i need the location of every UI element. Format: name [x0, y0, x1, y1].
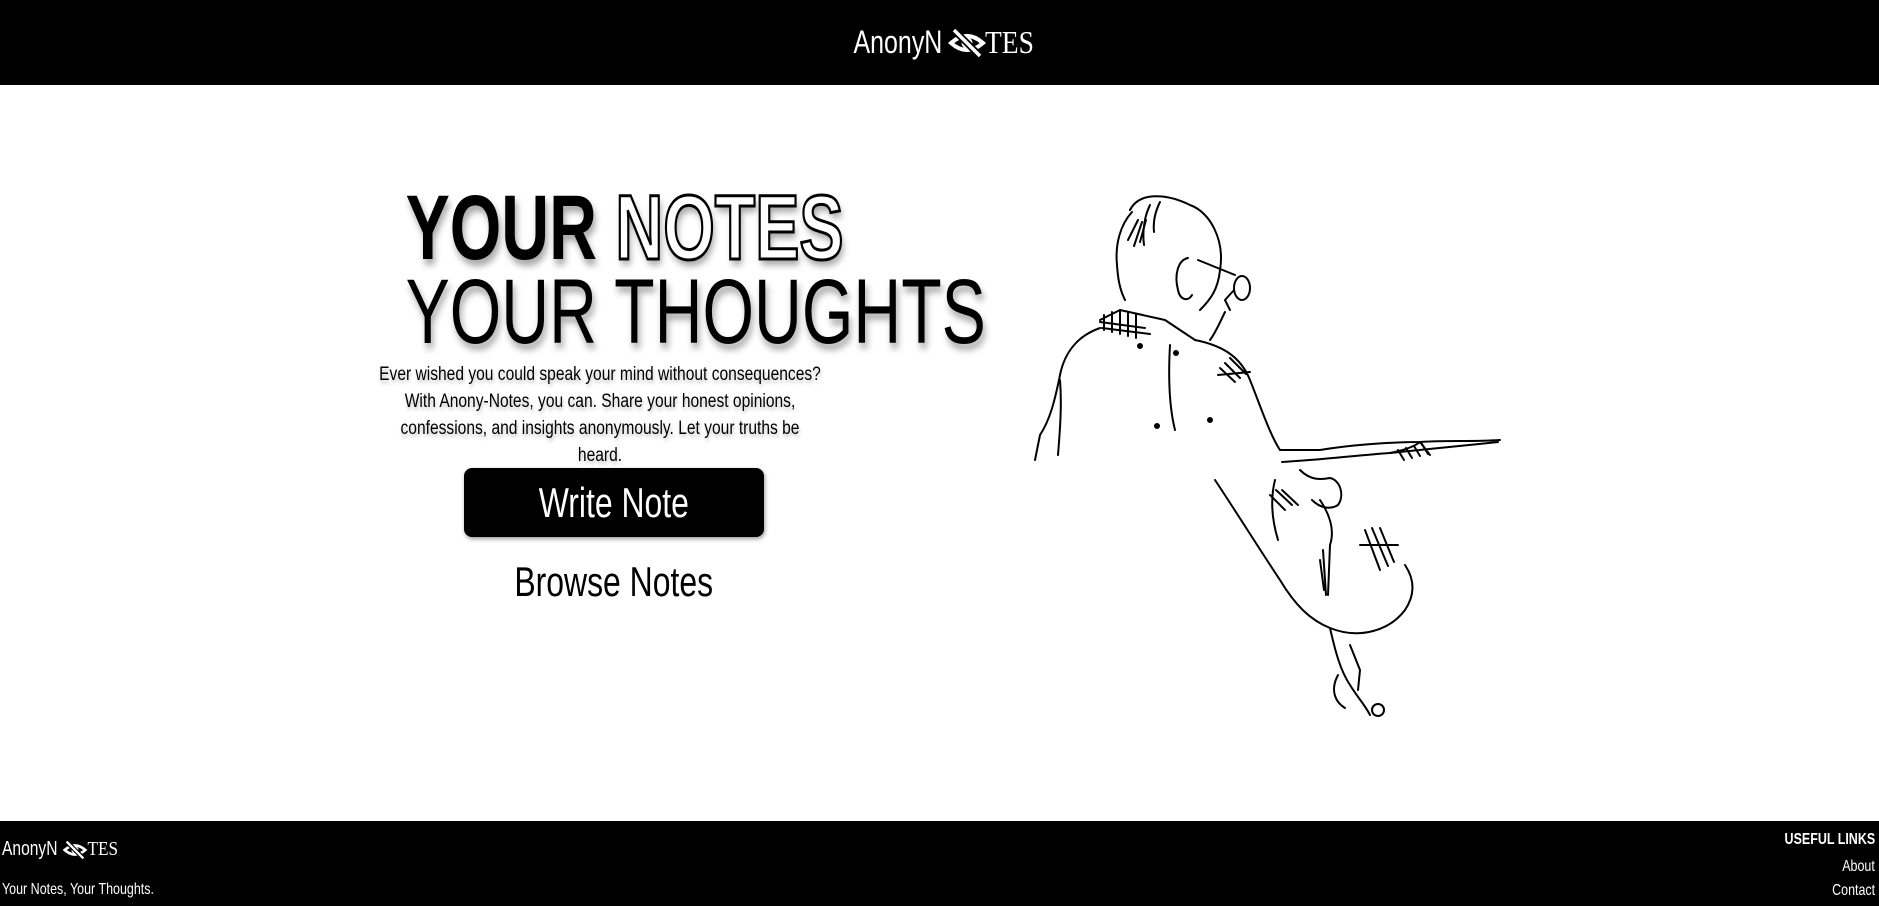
site-logo[interactable]: AnonyN TES [841, 24, 1038, 61]
write-note-button[interactable]: Write Note [464, 468, 764, 537]
eye-slash-icon [947, 27, 987, 58]
footer-logo-prefix: AnonyN [2, 838, 58, 860]
footer-tagline: Your Notes, Your Thoughts. [2, 881, 154, 898]
browse-notes-label: Browse Notes [514, 558, 714, 605]
hero-section: YOUR NOTES YOUR THOUGHTS Ever wished you… [330, 181, 986, 469]
write-note-label: Write Note [538, 478, 690, 526]
useful-links-heading: USEFUL LINKS [1784, 831, 1875, 848]
footer-logo[interactable]: AnonyN TES [0, 838, 121, 861]
footer: AnonyN TES Your Notes, Your Thoughts. US… [0, 821, 1879, 906]
footer-logo-suffix: TES [87, 838, 119, 860]
logo-text-suffix: TES [984, 24, 1034, 60]
hero-description: Ever wished you could speak your mind wi… [379, 364, 821, 466]
hero-title-line1: YOUR NOTES [406, 181, 845, 276]
top-navbar: AnonyN TES [0, 0, 1879, 85]
browse-notes-link[interactable]: Browse Notes [464, 555, 764, 609]
footer-link-about[interactable]: About [1842, 858, 1875, 876]
eye-slash-icon [62, 839, 88, 860]
logo-text-prefix: AnonyN [853, 24, 943, 60]
hero-title-line2: YOUR THOUGHTS [405, 261, 986, 363]
ink-sketch-man-reading-icon [1034, 195, 1501, 717]
footer-link-contact[interactable]: Contact [1832, 882, 1875, 900]
